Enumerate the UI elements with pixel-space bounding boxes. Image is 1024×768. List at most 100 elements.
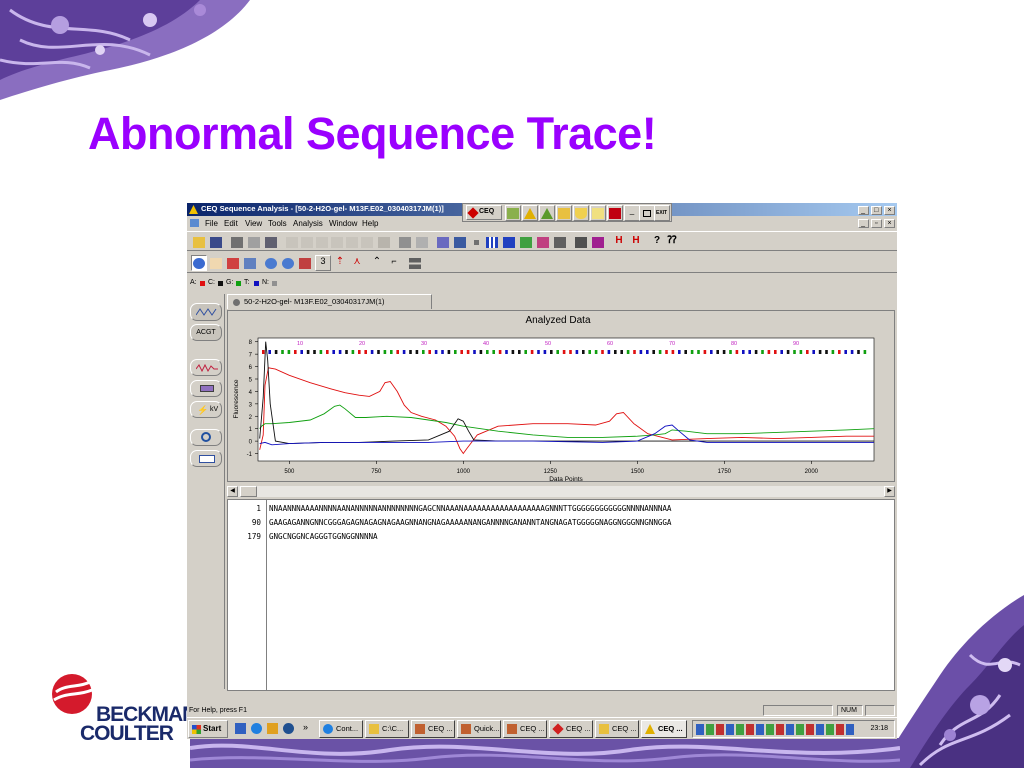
menu-help[interactable]: Help bbox=[362, 219, 378, 228]
undo-icon[interactable] bbox=[329, 234, 345, 250]
edit-base-icon[interactable] bbox=[242, 255, 258, 271]
base-call-mark bbox=[626, 350, 630, 354]
h-red-icon[interactable]: H bbox=[611, 234, 627, 250]
base-position-label: 70 bbox=[669, 341, 675, 347]
aligned-icon[interactable] bbox=[552, 234, 568, 250]
h-outline-icon[interactable]: H bbox=[628, 234, 644, 250]
hand-pan-icon[interactable] bbox=[208, 255, 224, 271]
base-call-mark bbox=[812, 350, 815, 354]
context-help-icon[interactable]: ⁇ bbox=[664, 234, 680, 250]
comment-icon[interactable] bbox=[435, 234, 451, 250]
menu-window[interactable]: Window bbox=[329, 219, 357, 228]
print-icon[interactable] bbox=[229, 234, 245, 250]
align-left-icon[interactable] bbox=[397, 234, 413, 250]
print-preview-icon[interactable] bbox=[246, 234, 262, 250]
zoom-in-icon[interactable] bbox=[263, 255, 279, 271]
quick-launch-outlook-icon[interactable] bbox=[267, 723, 278, 734]
analyzed-data-chart: Analyzed Data876543210-1500 750 1000 1250 15… bbox=[233, 315, 875, 483]
align-right-icon[interactable] bbox=[414, 234, 430, 250]
quick-launch-desktop-icon[interactable] bbox=[235, 723, 246, 734]
open-icon[interactable] bbox=[191, 234, 207, 250]
base-call-mark bbox=[742, 350, 745, 354]
taskbar-item-ceq-3[interactable]: CEQ ... bbox=[549, 720, 593, 738]
redo-icon[interactable] bbox=[344, 234, 360, 250]
step-value-field[interactable]: 3 bbox=[315, 255, 331, 271]
zoom-out-icon[interactable] bbox=[280, 255, 296, 271]
taskbar-item-ceq-1[interactable]: CEQ ... bbox=[411, 720, 455, 738]
taskbar-item-quick[interactable]: Quick... bbox=[457, 720, 501, 738]
base-call-mark bbox=[428, 350, 431, 354]
zoom-select-icon[interactable] bbox=[191, 255, 207, 271]
scroll-left-arrow[interactable]: ◀ bbox=[227, 486, 238, 497]
base-call-mark bbox=[492, 350, 495, 354]
inspect-button[interactable] bbox=[190, 429, 222, 446]
y-tick-label: 4 bbox=[249, 390, 253, 396]
paste-icon[interactable] bbox=[314, 234, 330, 250]
base-call-mark bbox=[473, 350, 476, 354]
zoom-reset-icon[interactable] bbox=[297, 255, 313, 271]
copy-icon[interactable] bbox=[299, 234, 315, 250]
scroll-right-arrow[interactable]: ▶ bbox=[884, 486, 895, 497]
corner-decoration-top-left bbox=[0, 0, 250, 100]
minimize-button[interactable]: _ bbox=[857, 206, 869, 215]
bottom-band-decoration bbox=[190, 738, 900, 768]
document-tab[interactable]: 50-2-H2O-gel- M13F.E02_03040317JM(1) bbox=[227, 294, 432, 309]
child-close-button[interactable]: × bbox=[884, 219, 895, 228]
acgt-button[interactable]: ACGT bbox=[190, 324, 222, 341]
child-minimize-button[interactable]: _ bbox=[857, 219, 869, 228]
start-button[interactable]: Start bbox=[188, 720, 228, 738]
menu-tools[interactable]: Tools bbox=[268, 219, 287, 228]
menu-view[interactable]: View bbox=[245, 219, 262, 228]
menu-edit[interactable]: Edit bbox=[224, 219, 238, 228]
base-call-mark bbox=[415, 350, 419, 354]
page-setup-icon[interactable] bbox=[263, 234, 279, 250]
scroll-thumb[interactable] bbox=[240, 486, 257, 497]
base-call-mark bbox=[633, 350, 636, 354]
taskbar-item-ceq-2[interactable]: CEQ ... bbox=[503, 720, 547, 738]
bars-icon[interactable] bbox=[484, 234, 500, 250]
base-call-mark bbox=[466, 350, 470, 354]
format-icon[interactable] bbox=[573, 234, 589, 250]
kv-button[interactable]: ⚡ kV bbox=[190, 401, 222, 418]
child-restore-button[interactable]: ▫ bbox=[870, 219, 882, 228]
cartridge-button[interactable] bbox=[190, 380, 222, 397]
cartridge-icon bbox=[200, 385, 214, 392]
base-call-mark bbox=[454, 350, 457, 354]
taskbar-item-ceq-active[interactable]: CEQ ... bbox=[641, 720, 687, 738]
grid-layout-icon[interactable] bbox=[407, 255, 423, 271]
chart-scrollbar[interactable]: ◀ ▶ bbox=[227, 486, 895, 497]
close-button[interactable]: × bbox=[884, 206, 895, 215]
scroll-up-icon[interactable]: ⌃ bbox=[369, 255, 385, 271]
help-icon[interactable]: ? bbox=[649, 234, 665, 250]
menu-analysis[interactable]: Analysis bbox=[293, 219, 323, 228]
trace-view-button[interactable] bbox=[190, 303, 222, 321]
arrow-tool-icon[interactable] bbox=[535, 234, 551, 250]
small-grid-icon[interactable] bbox=[469, 234, 485, 250]
export-icon[interactable] bbox=[518, 234, 534, 250]
report-button[interactable] bbox=[190, 450, 222, 467]
table-icon[interactable] bbox=[359, 234, 375, 250]
x-tick-label: 2000 bbox=[805, 469, 819, 475]
taskbar-item-explorer[interactable]: C:\C... bbox=[365, 720, 409, 738]
legend-a-label: A: bbox=[190, 279, 197, 286]
maximize-button[interactable]: □ bbox=[870, 206, 882, 215]
quick-launch-media-icon[interactable] bbox=[283, 723, 294, 734]
quick-launch-ie-icon[interactable] bbox=[251, 723, 262, 734]
main-toolbar: H H ? ⁇ bbox=[187, 231, 897, 251]
grid-icon[interactable] bbox=[376, 234, 392, 250]
save-icon[interactable] bbox=[208, 234, 224, 250]
taskbar-item-cont[interactable]: Cont... bbox=[319, 720, 363, 738]
ruler-icon[interactable] bbox=[452, 234, 468, 250]
taskbar: Start » Cont... C:\C... CEQ ... Quick...… bbox=[187, 717, 897, 739]
taskbar-item-ceq-4[interactable]: CEQ ... bbox=[595, 720, 639, 738]
peak-up-icon[interactable]: ⇡ bbox=[332, 255, 348, 271]
color-palette-icon[interactable] bbox=[590, 234, 606, 250]
menu-file[interactable]: File bbox=[205, 219, 218, 228]
nt-icon[interactable] bbox=[501, 234, 517, 250]
peak-mark-icon[interactable]: ⋏ bbox=[349, 255, 365, 271]
base-edit-icon[interactable]: ⌐ bbox=[386, 255, 402, 271]
waveform-button[interactable] bbox=[190, 359, 222, 376]
cut-icon[interactable] bbox=[284, 234, 300, 250]
cursor-edit-icon[interactable] bbox=[225, 255, 241, 271]
quick-launch-chevron[interactable]: » bbox=[303, 722, 308, 732]
